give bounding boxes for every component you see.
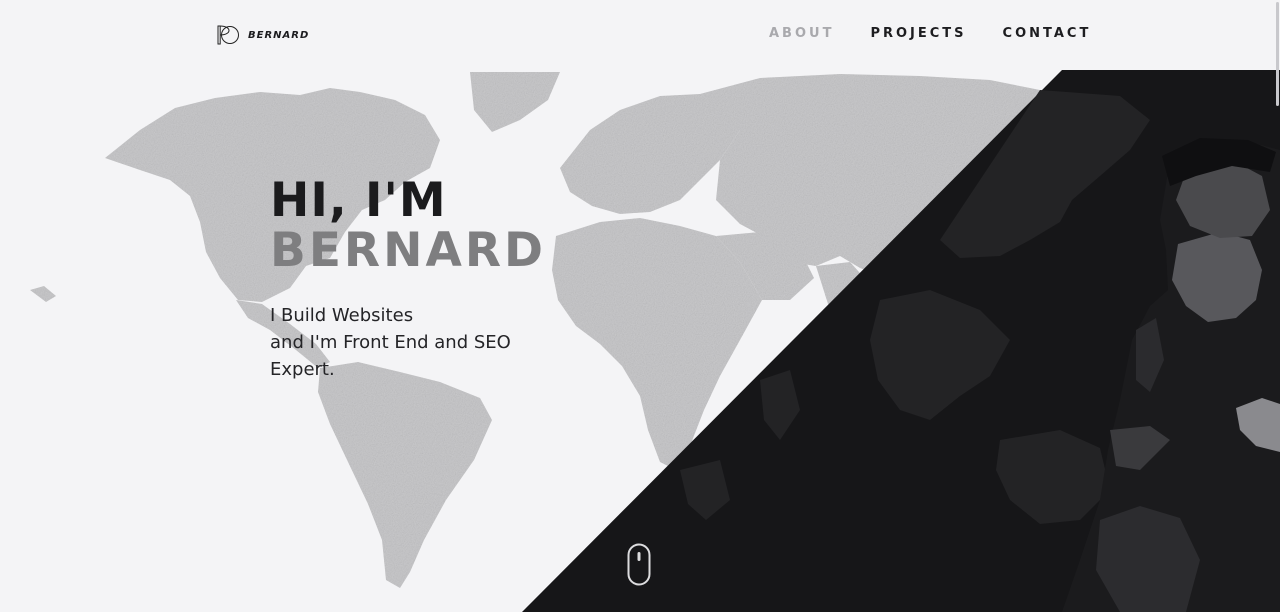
hero-title: HI, I'M BERNARD <box>270 176 546 276</box>
hero-scene: BERNARD ABOUT PROJECTS CONTACT HI, I'M B… <box>0 0 1280 612</box>
hero-greeting: HI, I'M <box>270 173 447 228</box>
brand-logo[interactable]: BERNARD <box>216 22 309 48</box>
nav-item-contact[interactable]: CONTACT <box>1003 26 1092 41</box>
mouse-scroll-icon[interactable] <box>627 543 651 587</box>
scrollbar-thumb[interactable] <box>1276 2 1279 106</box>
bd-monogram-icon <box>217 25 239 45</box>
hero-name: BERNARD <box>270 223 547 278</box>
nav-item-projects[interactable]: PROJECTS <box>870 26 966 41</box>
hero-subtitle-line-2: and I'm Front End and SEO <box>270 332 511 353</box>
person-photo <box>1062 138 1280 612</box>
hero-subtitle-line-1: I Build Websites <box>270 305 414 326</box>
hero-subtitle-line-3: Expert. <box>270 359 335 380</box>
site-header: BERNARD ABOUT PROJECTS CONTACT <box>0 0 1280 70</box>
page-scrollbar[interactable] <box>1274 0 1280 612</box>
main-nav: ABOUT PROJECTS CONTACT <box>769 26 1127 41</box>
brand-name: BERNARD <box>248 29 310 41</box>
hero-subtitle: I Build Websites and I'm Front End and S… <box>270 302 550 383</box>
nav-item-about[interactable]: ABOUT <box>769 26 834 41</box>
